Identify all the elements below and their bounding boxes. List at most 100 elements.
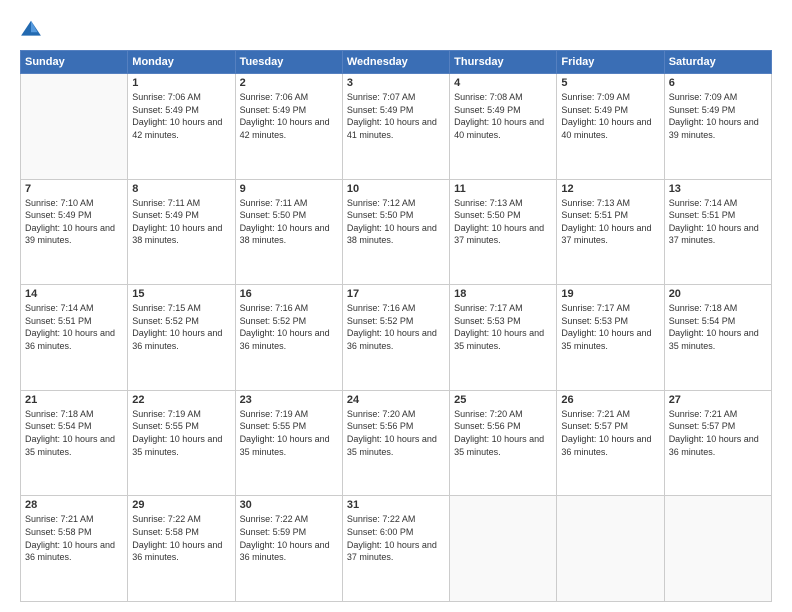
calendar-cell: 24 Sunrise: 7:20 AM Sunset: 5:56 PM Dayli… <box>342 390 449 496</box>
day-number: 8 <box>132 183 230 195</box>
calendar-cell: 6 Sunrise: 7:09 AM Sunset: 5:49 PM Daylig… <box>664 74 771 180</box>
day-info: Sunrise: 7:18 AM Sunset: 5:54 PM Dayligh… <box>25 408 123 458</box>
day-number: 31 <box>347 499 445 511</box>
week-row-0: 1Sunrise: 7:06 AM Sunset: 5:49 PM Daylig… <box>21 74 772 180</box>
day-info: Sunrise: 7:11 AM Sunset: 5:50 PM Dayligh… <box>240 197 338 247</box>
header <box>20 18 772 40</box>
calendar-cell: 17Sunrise: 7:16 AM Sunset: 5:52 PM Dayli… <box>342 285 449 391</box>
day-info: Sunrise: 7:09 AM Sunset: 5:49 PM Dayligh… <box>561 91 659 141</box>
calendar-cell: 29Sunrise: 7:22 AM Sunset: 5:58 PM Dayli… <box>128 496 235 602</box>
calendar-cell: 23Sunrise: 7:19 AM Sunset: 5:55 PM Dayli… <box>235 390 342 496</box>
day-info: Sunrise: 7:19 AM Sunset: 5:55 PM Dayligh… <box>240 408 338 458</box>
calendar-cell: 27 Sunrise: 7:21 AM Sunset: 5:57 PM Dayli… <box>664 390 771 496</box>
day-number: 10 <box>347 183 445 195</box>
calendar-cell: 20Sunrise: 7:18 AM Sunset: 5:54 PM Dayli… <box>664 285 771 391</box>
day-number: 3 <box>347 77 445 89</box>
day-number: 13 <box>669 183 767 195</box>
calendar-cell: 28 Sunrise: 7:21 AM Sunset: 5:58 PM Dayli… <box>21 496 128 602</box>
day-number: 21 <box>25 394 123 406</box>
day-number: 20 <box>669 288 767 300</box>
calendar-cell: 8 Sunrise: 7:11 AM Sunset: 5:49 PM Daylig… <box>128 179 235 285</box>
calendar-cell: 9 Sunrise: 7:11 AM Sunset: 5:50 PM Daylig… <box>235 179 342 285</box>
logo-icon <box>20 18 42 40</box>
calendar-cell: 13Sunrise: 7:14 AM Sunset: 5:51 PM Dayli… <box>664 179 771 285</box>
calendar-cell: 31 Sunrise: 7:22 AM Sunset: 6:00 PM Dayli… <box>342 496 449 602</box>
day-info: Sunrise: 7:21 AM Sunset: 5:58 PM Dayligh… <box>25 513 123 563</box>
calendar-cell: 2 Sunrise: 7:06 AM Sunset: 5:49 PM Daylig… <box>235 74 342 180</box>
calendar-cell <box>21 74 128 180</box>
day-number: 9 <box>240 183 338 195</box>
calendar-table: SundayMondayTuesdayWednesdayThursdayFrid… <box>20 50 772 602</box>
day-number: 5 <box>561 77 659 89</box>
day-info: Sunrise: 7:17 AM Sunset: 5:53 PM Dayligh… <box>454 302 552 352</box>
calendar-cell: 26 Sunrise: 7:21 AM Sunset: 5:57 PM Dayli… <box>557 390 664 496</box>
calendar-cell <box>557 496 664 602</box>
day-info: Sunrise: 7:08 AM Sunset: 5:49 PM Dayligh… <box>454 91 552 141</box>
day-info: Sunrise: 7:11 AM Sunset: 5:49 PM Dayligh… <box>132 197 230 247</box>
weekday-header-sunday: Sunday <box>21 51 128 74</box>
calendar-cell: 1Sunrise: 7:06 AM Sunset: 5:49 PM Daylig… <box>128 74 235 180</box>
day-number: 7 <box>25 183 123 195</box>
weekday-header-thursday: Thursday <box>450 51 557 74</box>
calendar-cell <box>450 496 557 602</box>
day-number: 27 <box>669 394 767 406</box>
calendar-cell: 15 Sunrise: 7:15 AM Sunset: 5:52 PM Dayli… <box>128 285 235 391</box>
week-row-3: 21 Sunrise: 7:18 AM Sunset: 5:54 PM Dayli… <box>21 390 772 496</box>
calendar-cell: 16 Sunrise: 7:16 AM Sunset: 5:52 PM Dayli… <box>235 285 342 391</box>
week-row-4: 28 Sunrise: 7:21 AM Sunset: 5:58 PM Dayli… <box>21 496 772 602</box>
day-info: Sunrise: 7:21 AM Sunset: 5:57 PM Dayligh… <box>669 408 767 458</box>
day-info: Sunrise: 7:22 AM Sunset: 5:59 PM Dayligh… <box>240 513 338 563</box>
calendar-cell: 5 Sunrise: 7:09 AM Sunset: 5:49 PM Daylig… <box>557 74 664 180</box>
day-info: Sunrise: 7:17 AM Sunset: 5:53 PM Dayligh… <box>561 302 659 352</box>
calendar-cell: 19Sunrise: 7:17 AM Sunset: 5:53 PM Dayli… <box>557 285 664 391</box>
day-number: 22 <box>132 394 230 406</box>
calendar-cell: 12 Sunrise: 7:13 AM Sunset: 5:51 PM Dayli… <box>557 179 664 285</box>
day-info: Sunrise: 7:20 AM Sunset: 5:56 PM Dayligh… <box>347 408 445 458</box>
calendar-cell: 18 Sunrise: 7:17 AM Sunset: 5:53 PM Dayli… <box>450 285 557 391</box>
day-number: 18 <box>454 288 552 300</box>
day-info: Sunrise: 7:15 AM Sunset: 5:52 PM Dayligh… <box>132 302 230 352</box>
day-info: Sunrise: 7:06 AM Sunset: 5:49 PM Dayligh… <box>132 91 230 141</box>
day-info: Sunrise: 7:12 AM Sunset: 5:50 PM Dayligh… <box>347 197 445 247</box>
weekday-header-friday: Friday <box>557 51 664 74</box>
day-number: 14 <box>25 288 123 300</box>
week-row-2: 14Sunrise: 7:14 AM Sunset: 5:51 PM Dayli… <box>21 285 772 391</box>
calendar-cell: 21 Sunrise: 7:18 AM Sunset: 5:54 PM Dayli… <box>21 390 128 496</box>
day-info: Sunrise: 7:21 AM Sunset: 5:57 PM Dayligh… <box>561 408 659 458</box>
weekday-header-saturday: Saturday <box>664 51 771 74</box>
day-number: 28 <box>25 499 123 511</box>
calendar-cell <box>664 496 771 602</box>
day-number: 6 <box>669 77 767 89</box>
calendar-cell: 3 Sunrise: 7:07 AM Sunset: 5:49 PM Daylig… <box>342 74 449 180</box>
week-row-1: 7Sunrise: 7:10 AM Sunset: 5:49 PM Daylig… <box>21 179 772 285</box>
day-info: Sunrise: 7:09 AM Sunset: 5:49 PM Dayligh… <box>669 91 767 141</box>
day-info: Sunrise: 7:19 AM Sunset: 5:55 PM Dayligh… <box>132 408 230 458</box>
day-info: Sunrise: 7:13 AM Sunset: 5:51 PM Dayligh… <box>561 197 659 247</box>
day-info: Sunrise: 7:16 AM Sunset: 5:52 PM Dayligh… <box>240 302 338 352</box>
day-info: Sunrise: 7:22 AM Sunset: 6:00 PM Dayligh… <box>347 513 445 563</box>
calendar-cell: 14Sunrise: 7:14 AM Sunset: 5:51 PM Dayli… <box>21 285 128 391</box>
weekday-header-tuesday: Tuesday <box>235 51 342 74</box>
day-number: 29 <box>132 499 230 511</box>
day-number: 12 <box>561 183 659 195</box>
day-number: 30 <box>240 499 338 511</box>
calendar-cell: 4 Sunrise: 7:08 AM Sunset: 5:49 PM Daylig… <box>450 74 557 180</box>
day-number: 16 <box>240 288 338 300</box>
weekday-row: SundayMondayTuesdayWednesdayThursdayFrid… <box>21 51 772 74</box>
day-number: 24 <box>347 394 445 406</box>
day-number: 4 <box>454 77 552 89</box>
day-info: Sunrise: 7:16 AM Sunset: 5:52 PM Dayligh… <box>347 302 445 352</box>
day-number: 2 <box>240 77 338 89</box>
page: SundayMondayTuesdayWednesdayThursdayFrid… <box>0 0 792 612</box>
calendar-cell: 30 Sunrise: 7:22 AM Sunset: 5:59 PM Dayli… <box>235 496 342 602</box>
day-number: 25 <box>454 394 552 406</box>
calendar-body: 1Sunrise: 7:06 AM Sunset: 5:49 PM Daylig… <box>21 74 772 602</box>
weekday-header-wednesday: Wednesday <box>342 51 449 74</box>
day-info: Sunrise: 7:06 AM Sunset: 5:49 PM Dayligh… <box>240 91 338 141</box>
calendar-cell: 7Sunrise: 7:10 AM Sunset: 5:49 PM Daylig… <box>21 179 128 285</box>
calendar-cell: 11Sunrise: 7:13 AM Sunset: 5:50 PM Dayli… <box>450 179 557 285</box>
day-number: 15 <box>132 288 230 300</box>
weekday-header-monday: Monday <box>128 51 235 74</box>
day-number: 26 <box>561 394 659 406</box>
day-info: Sunrise: 7:07 AM Sunset: 5:49 PM Dayligh… <box>347 91 445 141</box>
